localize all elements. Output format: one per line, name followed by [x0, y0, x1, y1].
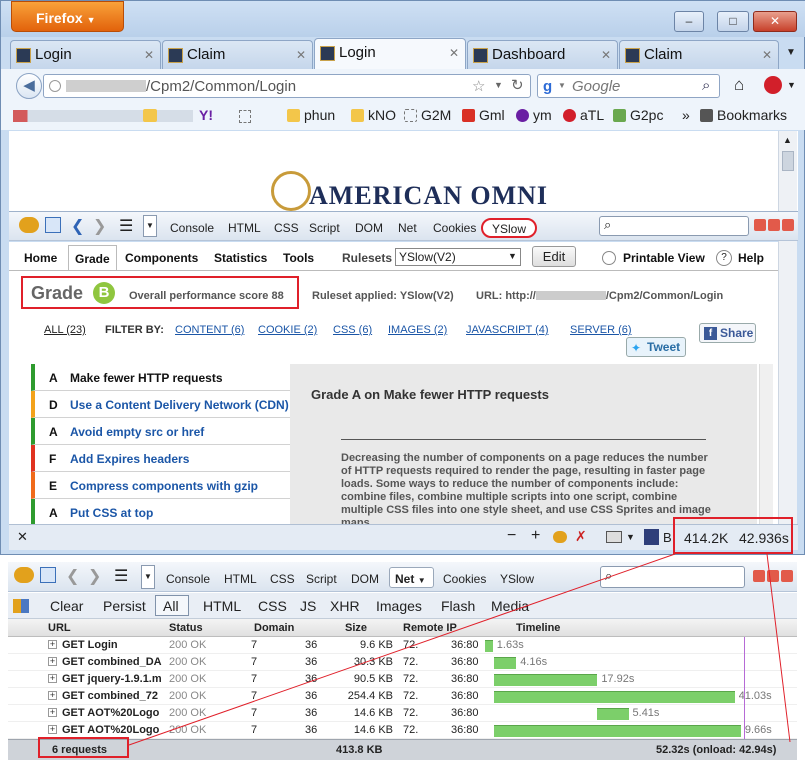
annotation-connector-lines [128, 553, 791, 746]
connector-line-right [766, 553, 791, 743]
connector-line-left [128, 553, 676, 746]
